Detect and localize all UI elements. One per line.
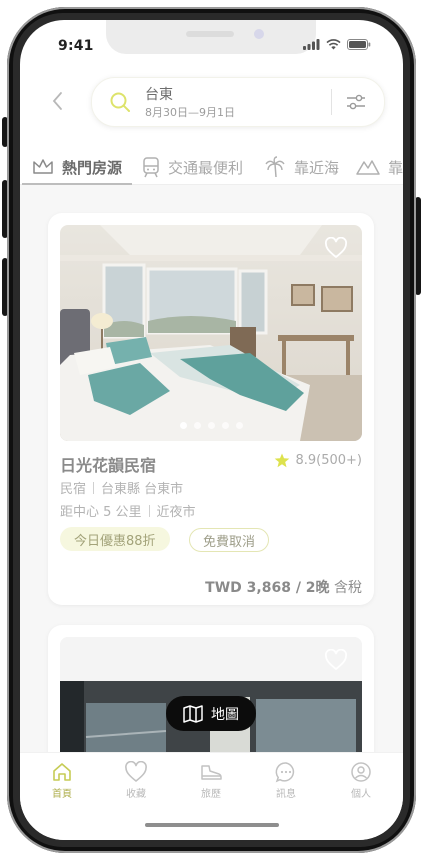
listing-card[interactable]: 日光花韻民宿 8.9(500+) 民宿 台東縣 台東市 距中心 5 公里 近夜市… [48,213,374,605]
nav-profile[interactable]: 個人 [331,759,391,800]
pager-dot [193,422,201,429]
discount-badge: 今日優惠88折 [60,527,170,551]
listing-type: 民宿 [60,482,87,497]
app-screen: 9:41 台東 8月30日—9月1日 熱門房源 交通最便利 靠近海 靠 日光花韻… [20,20,403,840]
tab-near-sea[interactable]: 靠近海 [264,150,339,184]
pager-dot [207,422,215,429]
camera [254,29,264,39]
map-icon [183,704,203,723]
meta-separator [93,481,95,494]
tab-transit[interactable]: 交通最便利 [142,150,243,184]
listing-location: 台東縣 台東市 [101,482,184,497]
listing-nearby: 近夜市 [156,505,196,520]
wifi-icon [326,39,341,50]
tab-label: 靠 [388,158,403,177]
heart-icon [125,761,147,782]
search-divider [331,89,332,115]
nav-label: 旅歷 [201,789,221,800]
filter-icon[interactable] [345,91,367,113]
favorite-heart-icon[interactable] [324,237,348,259]
search-destination: 台東 [145,87,173,103]
listing-photo[interactable] [60,225,362,441]
tab-near-mountain[interactable]: 靠 [356,150,403,184]
battery-icon [347,39,371,50]
signal-icon [303,39,320,50]
chat-icon [275,762,295,783]
category-tabs: 熱門房源 交通最便利 靠近海 靠 [20,150,403,186]
listing-distance: 距中心 5 公里 [60,505,142,520]
search-bar[interactable]: 台東 8月30日—9月1日 [91,77,385,127]
tab-popular[interactable]: 熱門房源 [32,150,122,184]
nav-home[interactable]: 首頁 [32,759,92,800]
listing-name: 日光花韻民宿 [60,456,157,475]
nav-trips[interactable]: 旅歷 [181,759,241,800]
listing-feed: 日光花韻民宿 8.9(500+) 民宿 台東縣 台東市 距中心 5 公里 近夜市… [20,185,403,785]
status-time: 9:41 [58,38,94,54]
search-icon [110,92,130,112]
room-photo-image [60,225,362,441]
home-icon [53,763,71,781]
nav-label: 首頁 [52,789,72,800]
bottom-nav: 首頁 收藏 旅歷 訊息 個人 [20,752,403,840]
shoe-icon [201,765,222,780]
pager-dot [179,422,187,429]
listing-price: TWD 3,868 / 2晚 含稅 [205,577,362,597]
user-icon [351,762,371,782]
price-suffix: 含稅 [334,580,362,596]
notch [106,20,316,54]
photo-pager [60,422,362,429]
status-icons [303,39,371,50]
listing-rating: 8.9(500+) [274,453,362,468]
listing-distance-row: 距中心 5 公里 近夜市 [60,501,196,520]
tab-label: 熱門房源 [62,158,123,177]
tab-label: 交通最便利 [168,158,244,177]
nav-messages[interactable]: 訊息 [256,759,316,800]
back-icon[interactable] [46,89,70,113]
nav-label: 收藏 [126,789,146,800]
price-amount: TWD 3,868 / 2晚 [205,580,330,596]
star-icon [275,453,290,468]
train-icon [143,157,159,178]
search-dates: 8月30日—9月1日 [145,106,235,119]
nav-label: 個人 [351,789,371,800]
mountain-icon [356,160,380,175]
listing-type-location: 民宿 台東縣 台東市 [60,478,183,497]
map-button-label: 地圖 [211,706,239,723]
meta-separator [148,504,150,517]
map-button[interactable]: 地圖 [166,696,256,731]
palm-tree-icon [265,156,285,178]
free-cancel-badge: 免費取消 [189,528,270,552]
home-indicator[interactable] [145,823,279,827]
crown-icon [33,159,53,174]
rating-value: 8.9(500+) [295,453,362,468]
nav-label: 訊息 [276,789,296,800]
favorite-heart-icon[interactable] [324,649,348,671]
nav-favorites[interactable]: 收藏 [106,759,166,800]
pager-dot [235,422,243,429]
speaker [186,31,234,37]
tab-label: 靠近海 [294,158,340,177]
pager-dot [221,422,229,429]
